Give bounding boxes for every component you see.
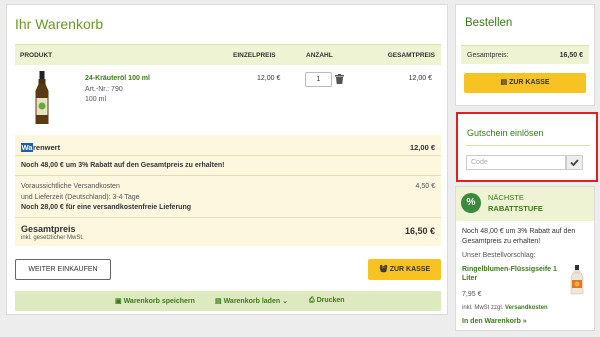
selected-text: Wa: [21, 143, 33, 152]
suggested-product-image[interactable]: [570, 265, 584, 295]
delete-item-button[interactable]: [335, 74, 344, 84]
cart-summary: Warenwert 12,00 € Noch 48,00 € um 3% Rab…: [15, 135, 441, 246]
price-note: inkl. MwSt zzgl. Versandkosten: [462, 305, 548, 311]
product-article-no: Art.-Nr.: 790: [85, 86, 123, 93]
divider: [15, 155, 441, 156]
next-discount-hint: Noch 48,00 € um 3% Rabatt auf den Gesamt…: [462, 228, 576, 245]
save-icon: ▣: [115, 298, 122, 305]
total-value: 16,50 €: [404, 226, 435, 236]
cart-actions-bar: ▣ Warenkorb speichern ▤ Warenkorb laden …: [15, 291, 441, 311]
divider: [15, 217, 441, 218]
basket-icon: 🧺︎: [378, 266, 388, 273]
soap-bottle-icon: [570, 265, 584, 295]
order-total-value: 16,50 €: [559, 52, 583, 59]
print-button[interactable]: ⎙ Drucken: [309, 297, 345, 305]
add-to-cart-link[interactable]: In den Warenkorb »: [462, 318, 527, 325]
suggestion-label: Unser Bestellvorschlag:: [462, 252, 536, 259]
next-discount-header: % NÄCHSTE RABATTSTUFE: [456, 187, 594, 221]
discount-hint: Noch 48,00 € um 3% Rabatt auf den Gesamt…: [21, 162, 225, 169]
total-tax-note: inkl. gesetzlicher MwSt.: [21, 235, 84, 241]
suggested-product-link[interactable]: Ringelblumen-Flüssigseife 1 Liter: [462, 265, 562, 283]
product-name-link[interactable]: 24-Kräuteröl 100 ml: [85, 75, 150, 82]
order-checkout-button[interactable]: ▤ ZUR KASSE: [464, 73, 586, 93]
total-label: Gesamtpreis: [21, 224, 76, 234]
cart-table-header: PRODUKT EINZELPREIS ANZAHL GESAMTPREIS: [15, 44, 441, 65]
divider: [15, 175, 441, 176]
percent-badge-icon: %: [461, 193, 481, 213]
save-cart-label: Warenkorb speichern: [123, 298, 195, 305]
column-product: PRODUKT: [20, 52, 53, 59]
load-cart-label: Warenkorb laden: [223, 298, 281, 305]
cart-title: Ihr Warenkorb: [15, 16, 104, 32]
product-total: 12,00 €: [408, 75, 432, 82]
coupon-title: Gutschein einlösen: [467, 128, 544, 138]
basket-icon: ▤: [215, 298, 222, 305]
shipping-label: Voraussichtliche Versandkosten: [21, 183, 120, 190]
print-label: Drucken: [316, 297, 345, 304]
order-panel: Bestellen Gesamtpreis: 16,50 € ▤ ZUR KAS…: [455, 4, 595, 106]
column-total: GESAMTPREIS: [387, 52, 435, 59]
basket-icon: ▤: [500, 79, 508, 86]
free-shipping-hint: Noch 28,00 € für eine versandkostenfreie…: [21, 204, 192, 211]
column-quantity: ANZAHL: [306, 52, 333, 59]
coupon-code-input[interactable]: Code: [466, 155, 566, 170]
cart-panel: Ihr Warenkorb PRODUKT EINZELPREIS ANZAHL…: [6, 4, 448, 315]
quantity-input[interactable]: 1: [305, 72, 332, 87]
suggested-product-price: 7,95 €: [462, 291, 482, 298]
goods-value-label-rest: renwert: [32, 143, 61, 152]
product-size: 100 ml: [85, 96, 107, 103]
coupon-submit-button[interactable]: [566, 155, 583, 170]
divider: [466, 145, 590, 146]
goods-value-label: Warenwert: [21, 143, 60, 152]
shipping-delivery-time: und Lieferzeit (Deutschland): 3-4 Tage: [21, 194, 140, 201]
order-checkout-label: ZUR KASSE: [509, 79, 550, 86]
order-total-label: Gesamtpreis:: [467, 52, 509, 59]
shipping-costs-link[interactable]: Versandkosten: [505, 305, 548, 311]
next-discount-title-line1: NÄCHSTE: [488, 193, 524, 202]
checkout-button-label: ZUR KASSE: [389, 266, 431, 273]
load-cart-button[interactable]: ▤ Warenkorb laden ⌄: [215, 297, 288, 305]
save-cart-button[interactable]: ▣ Warenkorb speichern: [115, 297, 195, 305]
goods-value: 12,00 €: [409, 143, 435, 152]
order-total-row: Gesamtpreis: 16,50 €: [461, 45, 589, 64]
trash-icon: [335, 74, 344, 84]
coupon-panel: Gutschein einlösen Code: [456, 112, 598, 182]
next-discount-title-line2: RABATTSTUFE: [488, 204, 543, 213]
continue-shopping-button[interactable]: WEITER EINKAUFEN: [15, 259, 111, 280]
product-unit-price: 12,00 €: [257, 75, 281, 82]
checkout-button[interactable]: 🧺︎ ZUR KASSE: [368, 259, 441, 280]
chevron-down-icon: ⌄: [282, 298, 288, 305]
price-note-text: inkl. MwSt zzgl.: [462, 305, 504, 311]
bottle-icon: [35, 71, 49, 124]
checkmark-icon: [570, 159, 579, 167]
print-icon: ⎙: [309, 297, 315, 304]
next-discount-panel: % NÄCHSTE RABATTSTUFE Noch 48,00 € um 3%…: [455, 186, 595, 331]
column-unit-price: EINZELPREIS: [233, 52, 276, 59]
shipping-value: 4,50 €: [415, 183, 435, 190]
product-image[interactable]: [35, 71, 49, 125]
order-title: Bestellen: [465, 17, 513, 29]
